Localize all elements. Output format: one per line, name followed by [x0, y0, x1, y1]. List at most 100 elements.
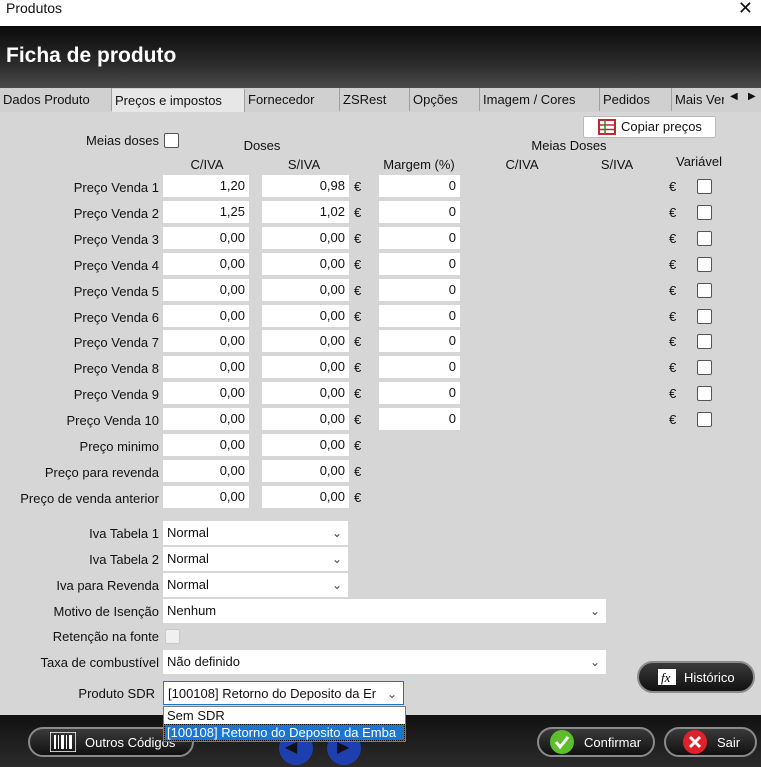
price-civa-input[interactable]: 1,20	[163, 175, 249, 197]
price-civa-input[interactable]: 0,00	[163, 304, 249, 327]
variavel-checkbox[interactable]	[697, 282, 712, 298]
margem-input[interactable]: 0	[379, 408, 460, 431]
confirmar-button[interactable]: Confirmar	[537, 727, 655, 757]
variavel-checkbox[interactable]	[697, 256, 712, 272]
currency-label: €	[669, 360, 677, 376]
price-siva-input[interactable]: 0,00	[262, 382, 349, 405]
doses-header: Doses	[243, 138, 281, 153]
sair-button[interactable]: Sair	[664, 727, 757, 757]
currency-label: €	[354, 412, 362, 428]
historico-button[interactable]: fx Histórico	[637, 661, 755, 693]
variavel-checkbox[interactable]	[697, 334, 712, 350]
chevron-down-icon: ⌄	[331, 552, 342, 566]
taxa-combustivel-select[interactable]: Não definido ⌄	[163, 650, 606, 674]
variavel-checkbox[interactable]	[697, 386, 712, 402]
margem-input[interactable]: 0	[379, 175, 460, 197]
variavel-checkbox[interactable]	[697, 308, 712, 324]
margem-input[interactable]: 0	[379, 356, 460, 379]
margem-input[interactable]: 0	[379, 330, 460, 353]
margem-input[interactable]: 0	[379, 278, 460, 301]
sdr-option-retorno-deposito[interactable]: [100108] Retorno do Deposito da Emba	[164, 724, 405, 741]
price-siva-input[interactable]: 0,00	[262, 330, 349, 353]
iva-tabela-2-label: Iva Tabela 2	[89, 552, 159, 567]
price-civa-input[interactable]: 1,25	[163, 200, 249, 223]
close-circle-icon	[683, 730, 707, 754]
extra-civa-input[interactable]: 0,00	[163, 485, 249, 508]
price-siva-input[interactable]: 0,00	[262, 356, 349, 379]
currency-label: €	[354, 438, 362, 453]
price-civa-input[interactable]: 0,00	[163, 252, 249, 275]
retencao-fonte-checkbox[interactable]	[165, 629, 180, 644]
price-siva-input[interactable]: 0,00	[262, 304, 349, 327]
tab-precos-impostos[interactable]: Preços e impostos	[112, 89, 245, 112]
variavel-checkbox[interactable]	[697, 412, 712, 428]
currency-label: €	[669, 334, 677, 350]
price-siva-input[interactable]: 0,98	[262, 175, 349, 197]
margem-input[interactable]: 0	[379, 304, 460, 327]
variavel-checkbox[interactable]	[697, 179, 712, 194]
extra-siva-input[interactable]: 0,00	[262, 434, 349, 456]
tab-scroll-left-icon[interactable]: ◀	[730, 91, 738, 102]
price-civa-input[interactable]: 0,00	[163, 226, 249, 249]
tab-dados-produto[interactable]: Dados Produto	[0, 88, 112, 111]
tab-mais-ver[interactable]: Mais Ver	[672, 88, 724, 111]
currency-label: €	[669, 256, 677, 272]
iva-revenda-select[interactable]: Normal ⌄	[163, 573, 348, 597]
price-siva-input[interactable]: 0,00	[262, 252, 349, 275]
iva-tabela-2-select[interactable]: Normal ⌄	[163, 547, 348, 571]
extra-civa-input[interactable]: 0,00	[163, 434, 249, 456]
margem-input[interactable]: 0	[379, 252, 460, 275]
close-icon[interactable]: ✕	[738, 0, 753, 19]
tab-zsrest[interactable]: ZSRest	[340, 88, 410, 111]
currency-label: €	[669, 282, 677, 298]
copy-prices-button[interactable]: Copiar preços	[583, 116, 716, 138]
price-siva-input[interactable]: 1,02	[262, 200, 349, 223]
extra-siva-input[interactable]: 0,00	[262, 485, 349, 508]
margem-input[interactable]: 0	[379, 382, 460, 405]
tab-imagem-cores[interactable]: Imagem / Cores	[480, 88, 600, 111]
barcode-icon	[50, 732, 76, 752]
motivo-isencao-value: Nenhum	[167, 603, 217, 618]
price-civa-input[interactable]: 0,00	[163, 356, 249, 379]
motivo-isencao-select[interactable]: Nenhum ⌄	[163, 599, 606, 623]
tab-scroll-right-icon[interactable]: ▶	[748, 91, 756, 102]
margem-input[interactable]: 0	[379, 226, 460, 249]
tab-opcoes[interactable]: Opções	[410, 88, 480, 111]
extra-siva-input[interactable]: 0,00	[262, 459, 349, 482]
tab-pedidos[interactable]: Pedidos	[600, 88, 672, 111]
currency-label: €	[354, 489, 362, 505]
meias-doses-checkbox[interactable]	[164, 133, 179, 148]
variavel-checkbox[interactable]	[697, 360, 712, 376]
price-row-label: Preço Venda 9	[73, 387, 159, 403]
iva-tabela-1-value: Normal	[167, 525, 209, 540]
iva-tabela-1-select[interactable]: Normal ⌄	[163, 521, 348, 545]
price-siva-input[interactable]: 0,00	[262, 278, 349, 301]
price-row-label: Preço Venda 1	[73, 180, 159, 195]
price-siva-input[interactable]: 0,00	[262, 408, 349, 431]
currency-label: €	[354, 308, 362, 324]
extra-civa-input[interactable]: 0,00	[163, 459, 249, 482]
variavel-checkbox[interactable]	[697, 230, 712, 246]
price-civa-input[interactable]: 0,00	[163, 330, 249, 353]
chevron-down-icon: ⌄	[386, 682, 397, 704]
currency-label: €	[354, 360, 362, 376]
margem-input[interactable]: 0	[379, 200, 460, 223]
produto-sdr-dropdown: Sem SDR [100108] Retorno do Deposito da …	[163, 706, 406, 742]
variavel-checkbox[interactable]	[697, 204, 712, 220]
sdr-option-sem-sdr[interactable]: Sem SDR	[164, 707, 405, 724]
price-row-label: Preço Venda 3	[73, 231, 159, 247]
price-siva-input[interactable]: 0,00	[262, 226, 349, 249]
meias-doses-label: Meias doses	[86, 133, 159, 148]
page-header: Ficha de produto	[0, 26, 761, 88]
tab-fornecedor[interactable]: Fornecedor	[245, 88, 340, 111]
produto-sdr-select[interactable]: [100108] Retorno do Deposito da Er ⌄	[163, 681, 404, 705]
price-civa-input[interactable]: 0,00	[163, 382, 249, 405]
md-civa-header: C/IVA	[505, 157, 539, 172]
currency-label: €	[669, 386, 677, 402]
price-civa-input[interactable]: 0,00	[163, 278, 249, 301]
price-civa-input[interactable]: 0,00	[163, 408, 249, 431]
chevron-down-icon: ⌄	[331, 526, 342, 540]
md-siva-header: S/IVA	[600, 157, 634, 172]
currency-label: €	[354, 463, 362, 479]
meias-doses-header: Meias Doses	[531, 138, 607, 153]
